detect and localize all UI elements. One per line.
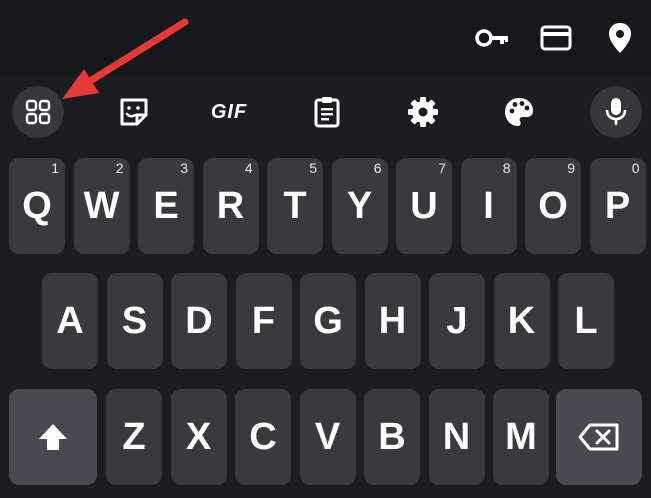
shift-key[interactable]	[9, 389, 97, 485]
key-label: J	[446, 299, 468, 342]
clipboard-icon	[314, 97, 340, 128]
key-label: M	[505, 415, 537, 458]
key-label: W	[83, 184, 120, 227]
gif-button[interactable]: GIF	[205, 88, 253, 136]
gear-icon	[408, 97, 438, 127]
key-t[interactable]: T5	[267, 158, 323, 254]
key-label: K	[507, 299, 536, 342]
clipboard-button[interactable]	[303, 88, 351, 136]
key-label: V	[314, 415, 341, 458]
key-w[interactable]: W2	[73, 158, 130, 254]
key-label: S	[121, 299, 148, 342]
key-f[interactable]: F	[235, 273, 292, 369]
palette-icon	[505, 98, 533, 126]
card-icon[interactable]	[538, 20, 574, 56]
key-label: F	[251, 299, 276, 342]
key-label: I	[483, 184, 494, 227]
key-u[interactable]: U7	[396, 158, 452, 254]
key-p[interactable]: P0	[589, 158, 646, 254]
key-d[interactable]: D	[171, 273, 227, 369]
key-number-hint: 7	[438, 160, 446, 176]
key-e[interactable]: E3	[138, 158, 194, 254]
key-label: H	[378, 299, 407, 342]
shift-arrow-icon	[39, 424, 67, 450]
key-label: E	[153, 184, 179, 227]
key-label: Q	[22, 184, 52, 227]
key-r[interactable]: R4	[202, 158, 259, 254]
key-label: U	[410, 184, 438, 227]
key-n[interactable]: N	[428, 389, 485, 485]
key-label: A	[56, 299, 84, 342]
key-label: Y	[346, 184, 373, 227]
key-v[interactable]: V	[299, 389, 356, 485]
apps-grid-icon	[25, 99, 51, 125]
key-c[interactable]: C	[235, 389, 291, 485]
backspace-key[interactable]	[556, 389, 642, 485]
backspace-icon	[578, 423, 619, 451]
gif-icon: GIF	[210, 100, 248, 123]
key-label: P	[604, 184, 631, 227]
theme-button[interactable]	[495, 88, 543, 136]
key-number-hint: 8	[502, 160, 511, 176]
key-number-hint: 5	[309, 160, 317, 176]
key-x[interactable]: X	[170, 389, 227, 485]
key-m[interactable]: M	[493, 389, 549, 485]
key-label: N	[442, 415, 471, 458]
key-l[interactable]: L	[558, 273, 614, 369]
key-number-hint: 4	[244, 160, 253, 176]
key-label: B	[378, 415, 406, 458]
key-label: T	[283, 184, 307, 227]
key-label: R	[216, 184, 245, 227]
key-a[interactable]: A	[42, 273, 98, 369]
key-i[interactable]: I8	[460, 158, 517, 254]
location-pin-icon[interactable]	[602, 20, 638, 56]
settings-button[interactable]	[399, 88, 447, 136]
key-number-hint: 9	[567, 160, 575, 176]
key-label: O	[538, 184, 568, 227]
voice-input-button[interactable]	[590, 86, 642, 138]
key-j[interactable]: J	[429, 273, 485, 369]
key-label: L	[574, 299, 598, 342]
key-b[interactable]: B	[364, 389, 420, 485]
sticker-icon	[120, 98, 148, 126]
key-y[interactable]: Y6	[331, 158, 388, 254]
key-label: C	[249, 415, 277, 458]
key-g[interactable]: G	[300, 273, 356, 369]
top-bar	[0, 0, 651, 76]
key-icon[interactable]	[474, 20, 510, 56]
key-number-hint: 1	[51, 160, 59, 176]
key-label: D	[185, 299, 213, 342]
key-h[interactable]: H	[364, 273, 421, 369]
key-label: X	[185, 415, 212, 458]
microphone-icon	[605, 98, 627, 125]
key-number-hint: 3	[180, 160, 188, 176]
key-number-hint: 2	[115, 160, 124, 176]
key-o[interactable]: O9	[525, 158, 581, 254]
key-q[interactable]: Q1	[9, 158, 65, 254]
keyboard-toolbar: GIF	[0, 76, 651, 148]
apps-grid-button[interactable]	[12, 86, 64, 138]
key-label: G	[313, 299, 343, 342]
key-label: Z	[122, 415, 146, 458]
sticker-button[interactable]	[110, 88, 158, 136]
key-s[interactable]: S	[106, 273, 163, 369]
key-number-hint: 0	[631, 160, 640, 176]
key-number-hint: 6	[373, 160, 382, 176]
key-z[interactable]: Z	[106, 389, 162, 485]
key-k[interactable]: K	[493, 273, 550, 369]
